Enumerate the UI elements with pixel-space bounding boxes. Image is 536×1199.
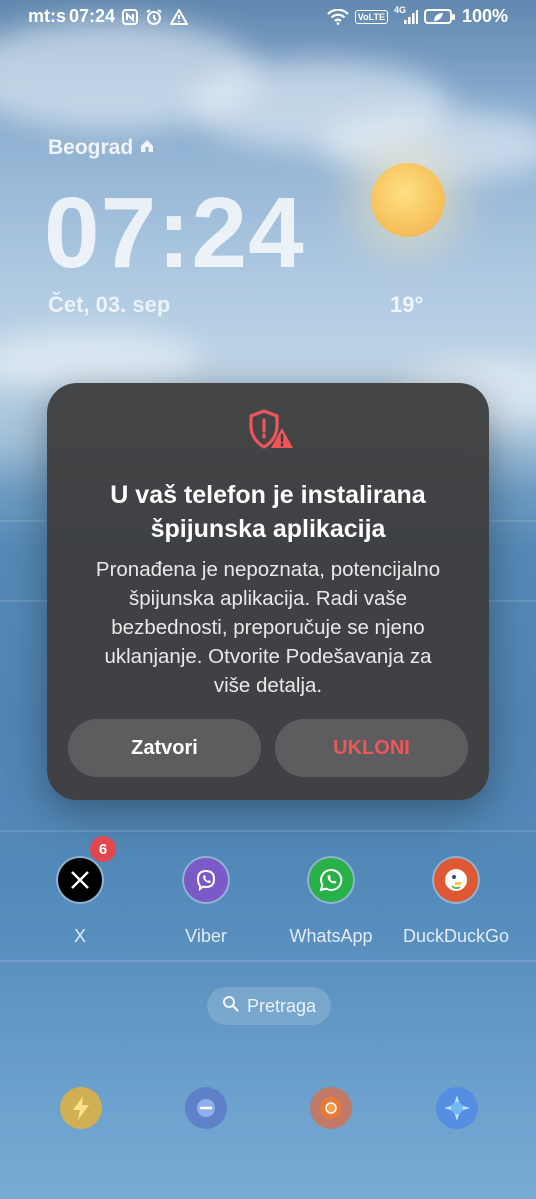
network-type-label: 4G xyxy=(393,4,406,15)
app-viber[interactable]: Viber xyxy=(141,858,271,947)
notification-badge: 6 xyxy=(90,836,116,862)
dialog-message-line: špijunska aplikacija. Radi vaše xyxy=(128,587,408,610)
app-label: Viber xyxy=(185,926,227,946)
shield-warning-icon xyxy=(246,408,294,454)
weather-location[interactable]: Beograd xyxy=(48,136,155,160)
warning-icon xyxy=(170,8,189,25)
wifi-icon xyxy=(326,8,349,25)
clock-widget[interactable]: 07:24 xyxy=(44,178,305,288)
dialog-message: Pronađena je nepoznata, potencijalno špi… xyxy=(71,555,465,700)
alarm-icon xyxy=(145,8,163,26)
app-label: X xyxy=(73,926,86,946)
spyware-alert-dialog: U vaš telefon je instalirana špijunska a… xyxy=(47,383,489,800)
status-time: 07:24 xyxy=(69,6,116,26)
app-label: DuckDuckGo xyxy=(402,926,510,946)
search-label: Pretraga xyxy=(246,995,317,1016)
carrier-label: mt:s xyxy=(28,6,67,26)
chrome-icon[interactable] xyxy=(310,1087,352,1129)
home-icon xyxy=(139,136,155,160)
dialog-message-line: uklanjanje. Otvorite Podešavanja za xyxy=(104,645,432,668)
remove-button[interactable]: UKLONI xyxy=(275,719,468,777)
temperature-label: 19° xyxy=(390,292,424,317)
ai-assistant-icon[interactable] xyxy=(436,1087,478,1129)
search-icon xyxy=(222,995,239,1017)
dialog-title: U vaš telefon je instalirana špijunska a… xyxy=(67,478,469,546)
nfc-icon xyxy=(122,8,139,25)
signal-icon: 4G xyxy=(394,5,418,25)
battery-percent: 100% xyxy=(461,6,508,26)
close-button[interactable]: Zatvori xyxy=(68,719,261,777)
home-screen: mt:s 07:24 VoLTE 4G 100% Beograd 07:24 Č… xyxy=(0,0,536,1199)
dialog-title-line: U vaš telefon je instalirana xyxy=(110,481,426,509)
battery-icon xyxy=(423,9,455,24)
search-bar[interactable]: Pretraga xyxy=(207,987,331,1025)
dialog-title-line: špijunska aplikacija xyxy=(150,515,386,543)
dialog-message-line: bezbednosti, preporučuje se njeno xyxy=(111,616,425,639)
app-label: WhatsApp xyxy=(289,926,373,946)
duckduckgo-icon xyxy=(434,858,478,902)
volte-icon: VoLTE xyxy=(354,9,388,24)
viber-icon xyxy=(184,858,228,902)
app-whatsapp[interactable]: WhatsApp xyxy=(266,858,396,947)
whatsapp-icon xyxy=(309,858,353,902)
date-label: Čet, 03. sep xyxy=(48,292,171,317)
location-label: Beograd xyxy=(48,136,134,159)
status-bar: mt:s 07:24 VoLTE 4G 100% xyxy=(0,0,536,34)
app-x[interactable]: 6 X xyxy=(15,836,145,947)
bolt-app-icon[interactable] xyxy=(60,1087,102,1129)
dialog-message-line: Pronađena je nepoznata, potencijalno xyxy=(95,558,441,581)
chat-bubble-icon[interactable] xyxy=(185,1087,227,1129)
dialog-message-line: više detalja. xyxy=(213,674,323,697)
app-duckduckgo[interactable]: DuckDuckGo xyxy=(391,858,521,947)
x-icon: 6 xyxy=(58,836,116,902)
